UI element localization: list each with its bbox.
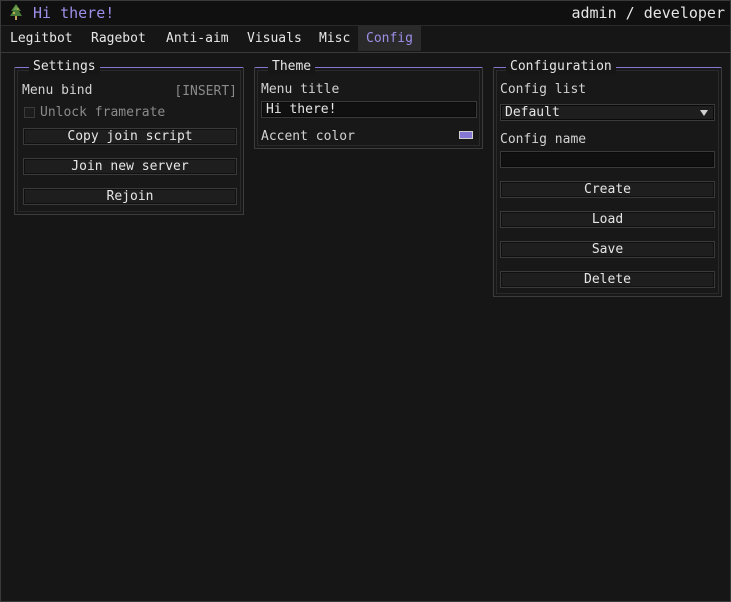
settings-group: Settings Menu bind [INSERT] Unlock frame… [14, 59, 244, 215]
theme-group: Theme Menu title Hi there! Accent color [254, 59, 483, 149]
copy-join-script-button[interactable]: Copy join script [23, 128, 237, 145]
chevron-down-icon [700, 110, 708, 116]
theme-title: Theme [268, 59, 316, 75]
tab-misc[interactable]: Misc [319, 26, 350, 51]
main-window: Hi there! admin / developer Legitbot Rag… [0, 0, 731, 602]
config-list-label: Config list [500, 82, 587, 97]
tab-ragebot[interactable]: Ragebot [91, 26, 146, 51]
tab-config[interactable]: Config [358, 26, 421, 51]
menu-bind-label: Menu bind [22, 83, 93, 98]
configuration-title: Configuration [506, 59, 616, 75]
create-config-button[interactable]: Create [500, 181, 715, 198]
user-role-label: admin / developer [571, 4, 725, 22]
rejoin-button[interactable]: Rejoin [23, 188, 237, 205]
menu-title-label: Menu title [261, 82, 340, 97]
title-bar[interactable]: Hi there! admin / developer [1, 1, 730, 26]
configuration-group: Configuration Config list Default Config… [493, 59, 722, 297]
config-list-dropdown[interactable]: Default [500, 104, 715, 121]
tab-visuals[interactable]: Visuals [247, 26, 302, 51]
tab-bar: Legitbot Ragebot Anti-aim Visuals Misc C… [1, 26, 730, 53]
config-name-label: Config name [500, 132, 587, 147]
unlock-framerate-label: Unlock framerate [40, 105, 166, 120]
join-new-server-button[interactable]: Join new server [23, 158, 237, 175]
settings-title: Settings [29, 59, 100, 75]
accent-color-label: Accent color [261, 129, 355, 144]
load-config-button[interactable]: Load [500, 211, 715, 228]
config-name-input[interactable] [500, 151, 715, 168]
tab-legitbot[interactable]: Legitbot [10, 26, 73, 51]
save-config-button[interactable]: Save [500, 241, 715, 258]
config-list-selected: Default [505, 105, 560, 120]
unlock-framerate-checkbox[interactable] [24, 107, 35, 118]
accent-color-swatch[interactable] [459, 131, 473, 139]
menu-bind-key[interactable]: [INSERT] [174, 84, 237, 100]
window-title: Hi there! [33, 4, 115, 22]
menu-title-input[interactable]: Hi there! [261, 101, 477, 118]
delete-config-button[interactable]: Delete [500, 271, 715, 288]
tree-logo-icon [10, 4, 22, 20]
tab-anti-aim[interactable]: Anti-aim [166, 26, 229, 51]
